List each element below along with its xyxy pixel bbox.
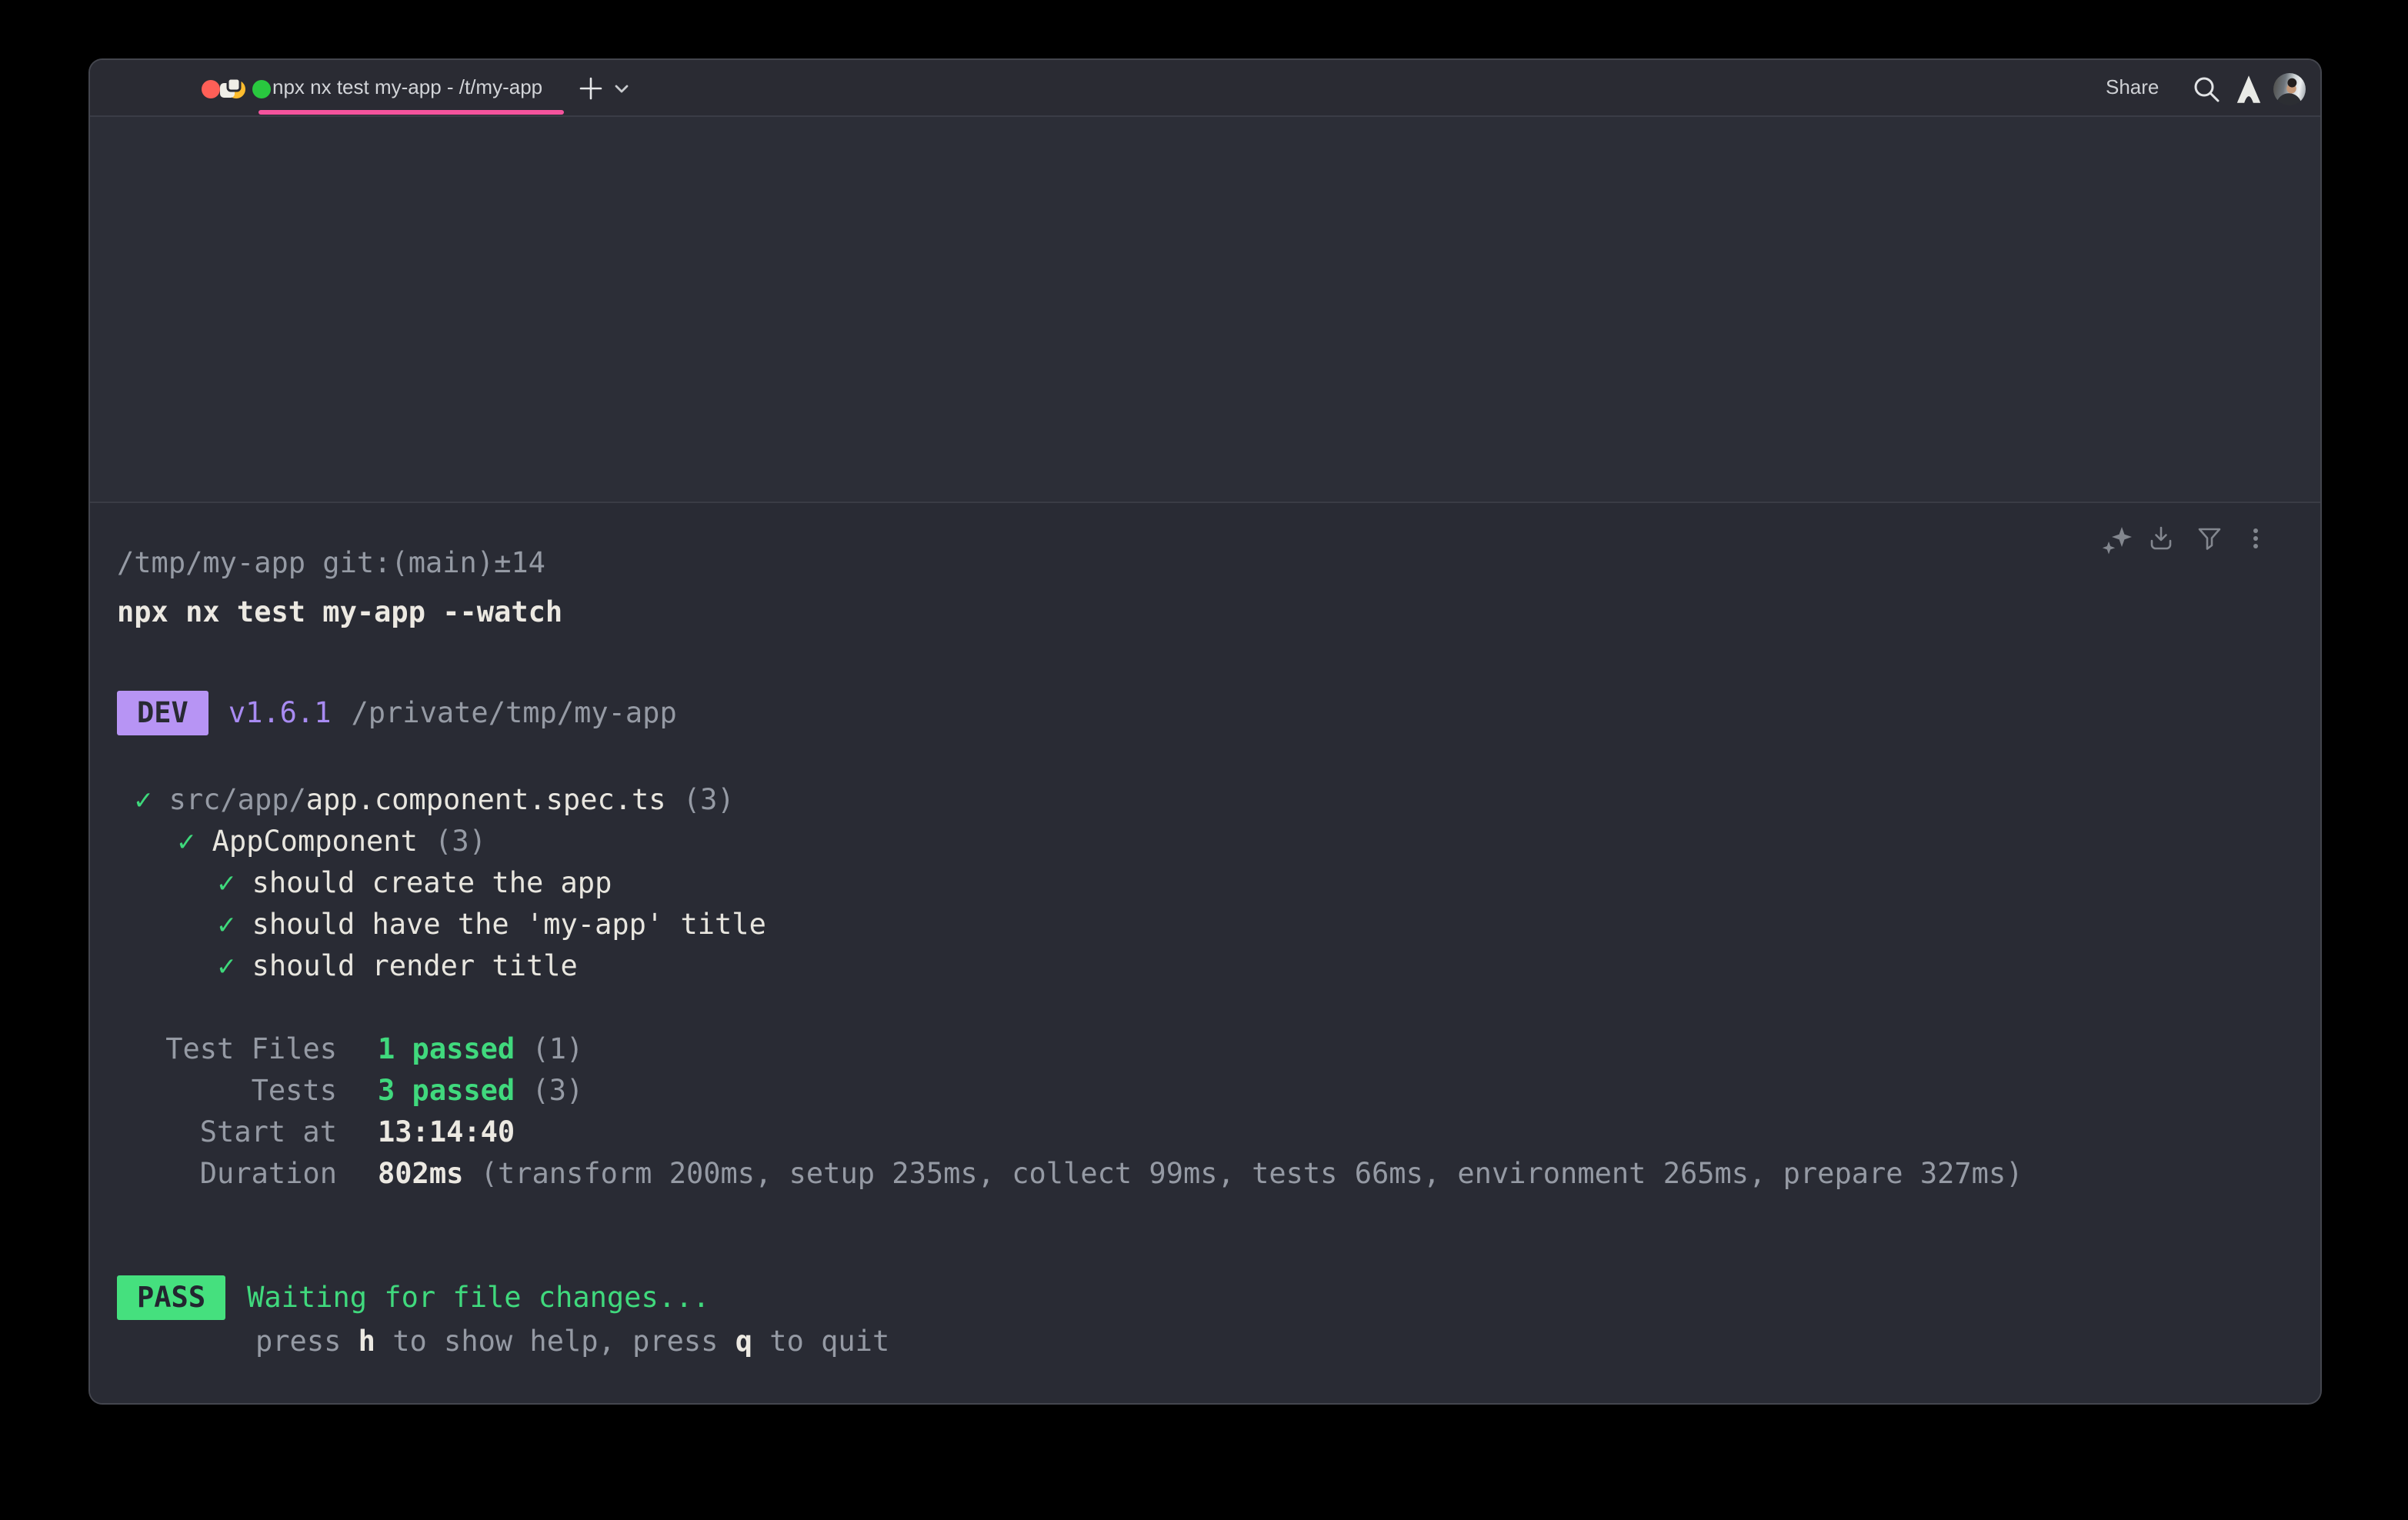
summary-value: 802ms [378,1157,463,1190]
summary-total: (3) [515,1074,583,1107]
test-suite-line: ✓ AppComponent (3) [178,821,486,862]
project-path: /private/tmp/my-app [351,696,676,729]
help-key: h [359,1325,375,1358]
summary-value: 3 passed [378,1074,515,1107]
test-file-line: ✓ src/app/app.component.spec.ts (3) [135,779,735,821]
vitest-version: v1.6.1 [228,696,332,729]
prompt-line: /tmp/my-app git:(main)±14 [117,542,545,584]
spec-count: (3) [666,783,735,816]
spec-file: app.component.spec.ts [306,783,666,816]
dev-badge: DEV [117,691,208,735]
summary-duration: Duration 802ms (transform 200ms, setup 23… [117,1153,2023,1195]
spec-dir: src/app/ [169,783,306,816]
check-icon: ✓ [218,949,252,982]
watch-status-text: Waiting for file changes... [247,1281,709,1314]
summary-label: Tests [117,1070,337,1112]
test-name: should create the app [252,866,612,899]
summary-total: (1) [515,1032,583,1065]
check-icon: ✓ [178,825,212,858]
prompt-path: /tmp/my-app git:(main)±14 [117,546,545,579]
summary-label: Duration [117,1153,337,1195]
text-segment: to show help, press [375,1325,735,1358]
test-case-line: ✓ should render title [218,945,578,987]
check-icon: ✓ [135,783,169,816]
terminal-window: npx nx test my-app - /t/my-app Share [88,58,2322,1405]
check-icon: ✓ [218,866,252,899]
summary-label: Test Files [117,1028,337,1070]
suite-count: (3) [418,825,486,858]
suite-name: AppComponent [212,825,418,858]
terminal-output: /tmp/my-app git:(main)±14npx nx test my-… [90,60,2320,1403]
summary-value: 13:14:40 [378,1115,515,1148]
summary-tests: Tests 3 passed (3) [117,1070,583,1112]
watch-help-line: press h to show help, press q to quit [255,1321,889,1362]
vitest-header-line: DEV v1.6.1/private/tmp/my-app [117,692,677,734]
summary-label: Start at [117,1112,337,1153]
test-name: should have the 'my-app' title [252,908,766,941]
summary-breakdown: (transform 200ms, setup 235ms, collect 9… [463,1157,2023,1190]
check-icon: ✓ [218,908,252,941]
pass-badge: PASS [117,1275,225,1320]
text-segment: press [255,1325,359,1358]
summary-value: 1 passed [378,1032,515,1065]
test-name: should render title [252,949,578,982]
summary-start: Start at 13:14:40 [117,1112,515,1153]
quit-key: q [735,1325,752,1358]
watch-status-line: PASS Waiting for file changes... [117,1277,710,1318]
text-segment: to quit [752,1325,889,1358]
test-case-line: ✓ should create the app [218,862,612,904]
summary-test-files: Test Files 1 passed (1) [117,1028,583,1070]
command-line: npx nx test my-app --watch [117,592,562,633]
command-text: npx nx test my-app --watch [117,595,562,628]
test-case-line: ✓ should have the 'my-app' title [218,904,766,945]
